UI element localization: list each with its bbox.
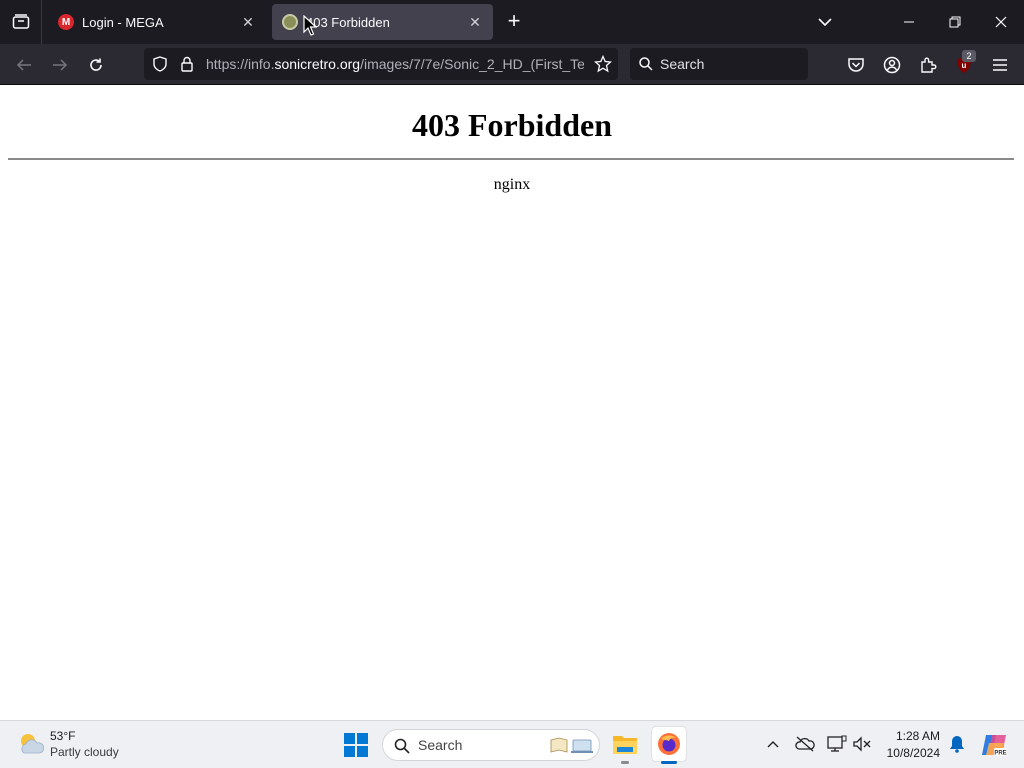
account-icon — [883, 56, 901, 74]
address-bar[interactable]: https://info.sonicretro.org/images/7/7e/… — [144, 48, 618, 80]
url-text[interactable]: https://info.sonicretro.org/images/7/7e/… — [206, 48, 584, 80]
search-bar[interactable]: Search — [630, 48, 808, 80]
taskbar-search-placeholder: Search — [418, 737, 463, 753]
bookmark-star-icon[interactable] — [594, 55, 612, 73]
forward-arrow-icon — [53, 59, 68, 71]
firefox-view-button[interactable] — [0, 0, 42, 44]
tab-title: 403 Forbidden — [306, 14, 390, 30]
hamburger-menu-icon — [993, 59, 1007, 71]
divider — [8, 158, 1014, 160]
firefox-button[interactable] — [652, 727, 686, 764]
mega-logo-icon: M — [58, 14, 74, 30]
firefox-view-icon — [12, 14, 29, 29]
weather-temperature: 53°F — [50, 729, 76, 743]
close-icon — [995, 16, 1007, 28]
running-indicator — [621, 761, 629, 764]
lock-icon[interactable] — [180, 56, 194, 72]
show-hidden-icons-button[interactable] — [762, 733, 784, 755]
tab-strip: M Login - MEGA ✕ 403 Forbidden ✕ + — [0, 0, 1024, 44]
globe-icon — [282, 14, 298, 30]
reload-button[interactable] — [83, 52, 109, 78]
minimize-icon — [904, 21, 914, 23]
bell-icon — [950, 736, 964, 753]
back-button[interactable] — [11, 52, 37, 78]
speaker-muted-icon — [853, 736, 871, 752]
pocket-icon — [848, 58, 864, 72]
reload-icon — [90, 58, 102, 71]
svg-text:u: u — [962, 61, 967, 70]
windows-start-icon[interactable] — [344, 733, 368, 757]
close-window-button[interactable] — [978, 0, 1024, 44]
cloud-offline-icon — [795, 736, 815, 752]
close-tab-icon[interactable]: ✕ — [467, 14, 483, 30]
url-prefix: https://info. — [206, 56, 275, 72]
extension-badge: 2 — [962, 50, 976, 62]
search-icon — [394, 738, 410, 754]
restore-button[interactable] — [932, 0, 978, 44]
account-button[interactable] — [879, 52, 905, 78]
url-domain: sonicretro.org — [274, 56, 361, 72]
tab-login-mega[interactable]: M Login - MEGA ✕ — [48, 4, 266, 40]
partly-cloudy-icon — [21, 734, 45, 754]
tracking-protection-shield-icon[interactable] — [152, 56, 168, 72]
active-indicator — [661, 761, 677, 764]
extensions-button[interactable] — [915, 52, 941, 78]
weather-description: Partly cloudy — [50, 745, 119, 759]
chevron-up-icon — [767, 741, 779, 748]
svg-text:PRE: PRE — [994, 751, 1006, 757]
search-icon — [639, 57, 653, 71]
restore-icon — [949, 16, 961, 28]
copilot-icon[interactable]: PRE — [980, 731, 1008, 759]
clock-time: 1:28 AM — [895, 729, 940, 743]
firefox-icon — [658, 733, 680, 755]
search-placeholder: Search — [660, 56, 705, 72]
volume-button[interactable] — [851, 733, 873, 755]
tab-title: Login - MEGA — [82, 14, 164, 30]
folder-icon — [613, 736, 637, 754]
page-content: 403 Forbidden nginx — [0, 85, 1024, 720]
chevron-down-icon[interactable] — [815, 12, 835, 32]
back-arrow-icon — [16, 59, 31, 71]
forward-button[interactable] — [47, 52, 73, 78]
notifications-button[interactable] — [946, 733, 968, 755]
server-signature: nginx — [493, 176, 531, 193]
network-button[interactable] — [826, 733, 848, 755]
search-highlight-icon — [550, 737, 593, 753]
puzzle-piece-icon — [921, 57, 937, 73]
onedrive-offline-button[interactable] — [794, 733, 816, 755]
minimize-button[interactable] — [886, 0, 932, 44]
taskbar-search-box[interactable]: Search — [382, 729, 600, 761]
mouse-cursor-icon — [303, 15, 317, 36]
taskbar: 53°F Partly cloudy Search 1:28 AM 10/8/2… — [0, 720, 1024, 768]
file-explorer-button[interactable] — [608, 727, 642, 764]
network-display-icon — [827, 735, 847, 752]
page-heading: 403 Forbidden — [411, 107, 613, 143]
close-tab-icon[interactable]: ✕ — [240, 14, 256, 30]
pocket-button[interactable] — [843, 52, 869, 78]
clock-date: 10/8/2024 — [886, 746, 940, 760]
navigation-toolbar: https://info.sonicretro.org/images/7/7e/… — [0, 44, 1024, 85]
app-menu-button[interactable] — [987, 52, 1013, 78]
url-path: /images/7/7e/Sonic_2_HD_(First_Tech_Demo… — [360, 56, 584, 72]
new-tab-button[interactable]: + — [502, 10, 526, 34]
